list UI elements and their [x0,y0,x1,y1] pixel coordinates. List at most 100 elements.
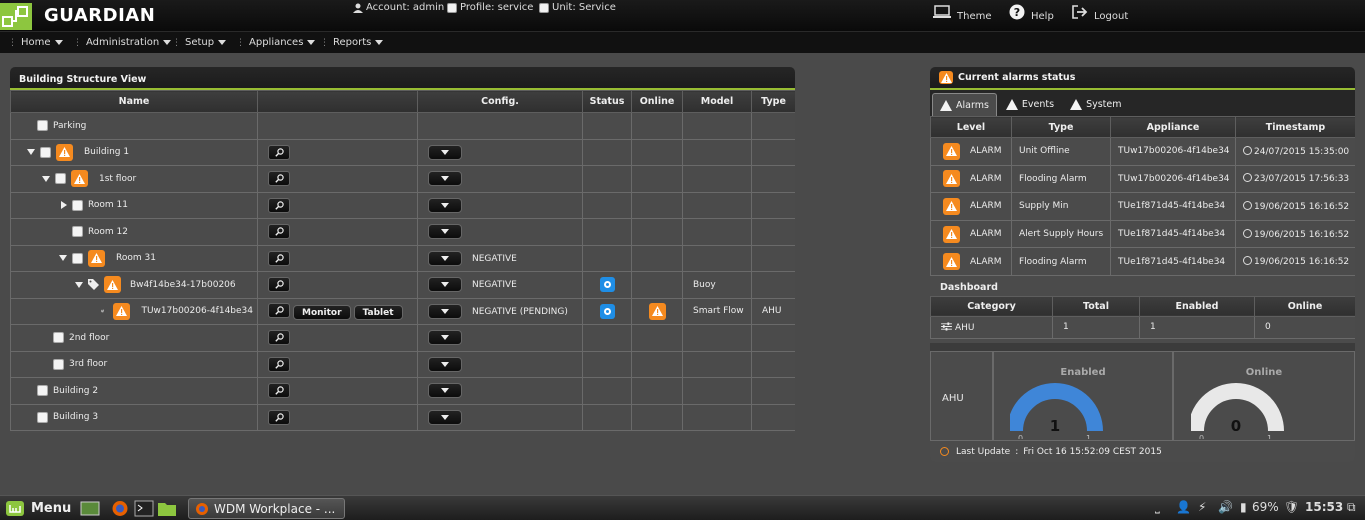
table-row[interactable]: AHU 1 1 0 [930,315,1355,339]
config-dropdown[interactable] [428,277,462,293]
gauge-online-label: Online [1245,367,1283,378]
menu-reports[interactable]: ⋮ Reports [320,37,384,48]
col-status: Status [582,90,632,113]
monitor-icon [933,5,951,18]
shield-icon[interactable]: 🛡 [1284,500,1299,514]
tray-window-icon[interactable]: ⎵ [1155,500,1160,515]
expand-down-icon[interactable] [75,281,83,288]
row-checkbox[interactable] [37,411,48,423]
expand-down-icon[interactable] [59,255,67,262]
config-dropdown[interactable] [428,197,462,213]
table-row[interactable]: ALARM Alert Supply Hours TUe1f871d45-4f1… [930,219,1355,249]
firefox-icon[interactable] [110,500,130,517]
taskbar-menu-label[interactable]: Menu [31,501,71,516]
search-button[interactable] [268,171,290,187]
clock-time[interactable]: 15:53 [1305,500,1343,514]
dash-total: 1 [1052,315,1140,339]
mint-menu-icon[interactable] [5,500,25,517]
workspace-icon[interactable]: ⧉ [1347,500,1356,515]
row-checkbox[interactable] [37,120,48,132]
terminal-icon[interactable] [134,500,154,517]
monitor-button[interactable]: Monitor [293,305,351,320]
gauge-enabled-value: 1 [1050,417,1060,435]
menu-appliances[interactable]: ⋮ Appliances [236,37,316,48]
row-checkbox[interactable] [53,332,64,344]
alarm-type: Flooding Alarm [1011,247,1111,276]
table-row[interactable]: ALARM Supply Min TUe1f871d45-4f14be34 19… [930,192,1355,221]
settings-sliders-icon [101,309,105,313]
tab-alarms[interactable]: Alarms [932,93,997,116]
row-checkbox[interactable] [53,358,64,370]
logout-button[interactable]: Logout [1072,2,1128,22]
theme-button[interactable]: Theme [933,2,992,22]
table-row: Room 11 [10,191,795,219]
row-checkbox[interactable] [72,226,83,238]
taskbar-window-button[interactable]: WDM Workplace - ... [188,498,345,519]
menu-setup[interactable]: ⋮ Setup [172,37,227,48]
clock-icon [1243,256,1252,266]
alarm-tabs: Alarms Events System [930,90,1355,116]
clock-icon [1243,228,1252,238]
chevron-down-icon [375,40,384,45]
row-checkbox[interactable] [37,385,48,397]
user-icon[interactable]: 👤 [1176,500,1191,514]
node-name: 2nd floor [69,332,110,343]
config-dropdown[interactable] [428,171,462,187]
building-panel-title: Building Structure View [10,67,795,90]
config-dropdown[interactable] [428,356,462,372]
config-dropdown[interactable] [428,330,462,346]
profile-label: Profile: service [460,2,534,13]
building-table-header: Name Config. Status Online Model Type [10,90,795,113]
table-row: Bw4f14be34-17b00206 NEGATIVE Buoy [10,271,795,299]
network-icon[interactable]: ⚡ [1198,500,1206,514]
expand-down-icon[interactable] [42,175,50,182]
tab-events[interactable]: Events [999,93,1061,116]
warning-icon [71,170,88,188]
search-button[interactable] [268,409,290,425]
profile-selector[interactable]: Profile: service [447,2,533,13]
guardian-logo-icon [0,3,32,30]
search-button[interactable] [268,330,290,346]
table-row[interactable]: ALARM Flooding Alarm TUe1f871d45-4f14be3… [930,247,1355,276]
config-dropdown[interactable] [428,144,462,160]
unit-selector[interactable]: Unit: Service [539,2,616,13]
expand-right-icon[interactable] [61,201,67,210]
config-dropdown[interactable] [428,303,462,319]
row-checkbox[interactable] [40,146,51,158]
tablet-button[interactable]: Tablet [353,305,403,320]
row-checkbox[interactable] [72,199,83,211]
config-dropdown[interactable] [428,224,462,240]
search-button[interactable] [268,277,290,293]
search-icon [274,254,284,263]
search-button[interactable] [268,383,290,399]
alarms-panel-header: Current alarms status [930,67,1355,90]
config-dropdown[interactable] [428,409,462,425]
tag-icon [88,279,99,291]
main-menu-bar: ⋮ Home ⋮ Administration ⋮ Setup ⋮ Appliances… [0,31,1365,53]
node-name: Building 1 [84,147,130,158]
folder-icon[interactable] [157,500,177,517]
table-row[interactable]: ALARM Unit Offline TUw17b00206-4f14be34 … [930,137,1355,166]
table-row[interactable]: ALARM Flooding Alarm TUw17b00206-4f14be3… [930,164,1355,194]
config-dropdown[interactable] [428,250,462,266]
row-checkbox[interactable] [55,173,66,185]
chevron-down-icon [441,255,449,261]
search-button[interactable] [268,356,290,372]
expand-down-icon[interactable] [27,149,35,156]
search-button[interactable] [268,302,290,318]
battery-icon[interactable]: ▮ [1240,500,1247,514]
alarm-type: Unit Offline [1011,137,1111,166]
volume-icon[interactable]: 🔊 [1218,500,1233,514]
search-button[interactable] [268,250,290,266]
config-dropdown[interactable] [428,383,462,399]
menu-home[interactable]: ⋮ Home [8,37,63,48]
search-button[interactable] [268,224,290,240]
help-button[interactable]: ? Help [1009,2,1054,22]
show-desktop-icon[interactable] [80,500,100,517]
gauge-online: Online 0 0 1 [1173,351,1355,441]
search-button[interactable] [268,144,290,160]
menu-administration[interactable]: ⋮ Administration [73,37,172,48]
search-button[interactable] [268,197,290,213]
row-checkbox[interactable] [72,252,83,264]
tab-system[interactable]: System [1063,93,1128,116]
